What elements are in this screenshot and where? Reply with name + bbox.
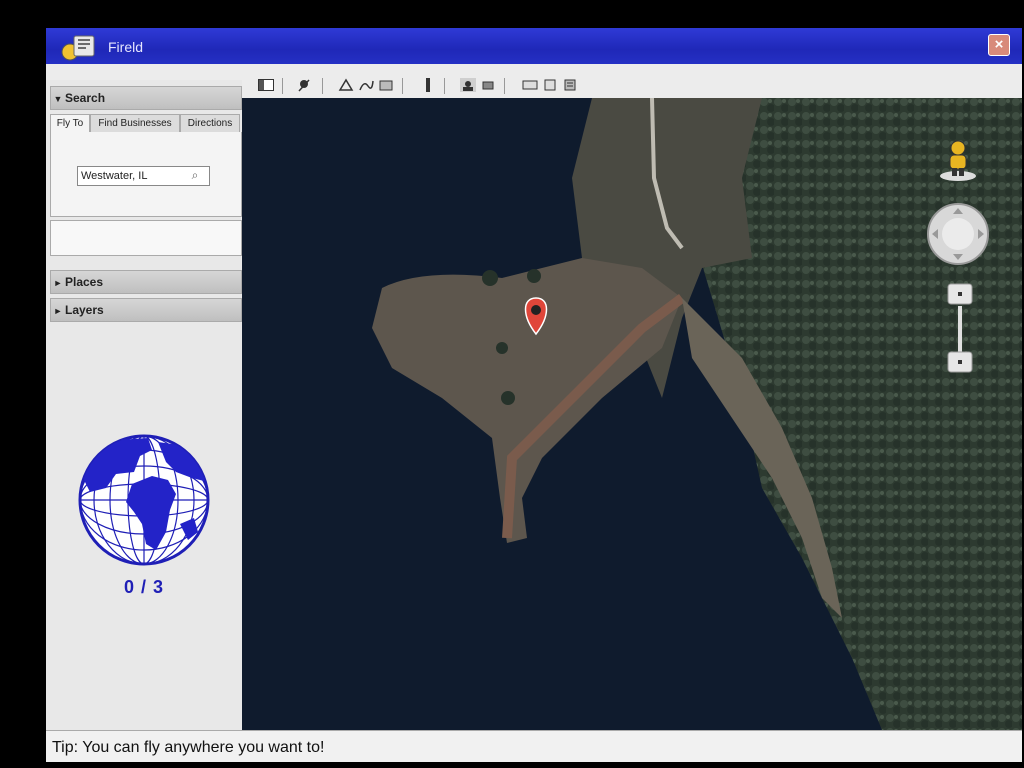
ruler-icon[interactable]: [420, 78, 436, 92]
expand-arrow-icon: ►: [53, 278, 63, 288]
places-panel-header[interactable]: ► Places: [50, 270, 242, 294]
zoom-out-button[interactable]: [946, 350, 974, 374]
window-title: Fireld: [108, 39, 144, 55]
toolbar-separator: [444, 78, 445, 94]
status-bar: Tip: You can fly anywhere you want to!: [46, 730, 1022, 762]
satellite-imagery: [242, 98, 1022, 730]
sidebar: ▼ Search Fly To Find Businesses Direction…: [46, 80, 242, 730]
toolbar-separator: [282, 78, 283, 94]
tip-text: Tip: You can fly anywhere you want to!: [52, 739, 325, 756]
app-icon: [61, 35, 95, 61]
progress-counter: 0 / 3: [123, 577, 165, 597]
print-preview-icon[interactable]: [542, 78, 558, 92]
search-panel-header[interactable]: ▼ Search: [50, 86, 242, 110]
overlay-icon[interactable]: [378, 78, 394, 92]
search-icon[interactable]: ⌕: [185, 167, 205, 183]
collapse-arrow-icon: ▼: [53, 94, 63, 104]
app-window: Fireld × ▼ Search Fly To Find Businesses…: [46, 28, 1022, 762]
places-panel-title: Places: [65, 275, 104, 289]
tab-find-businesses[interactable]: Find Businesses: [90, 114, 180, 134]
tab-directions[interactable]: Directions: [180, 114, 240, 134]
globe-icon: [76, 432, 212, 568]
view-in-maps-icon[interactable]: [522, 78, 538, 92]
street-view-pegman-icon[interactable]: [938, 138, 978, 182]
expand-arrow-icon: ►: [53, 306, 63, 316]
search-tabs: Fly To Find Businesses Directions: [50, 114, 240, 134]
placemark-icon[interactable]: [296, 78, 312, 92]
tab-fly-to[interactable]: Fly To: [50, 114, 90, 134]
print-icon[interactable]: [480, 78, 496, 92]
map-view-icon[interactable]: [562, 78, 578, 92]
layers-panel-title: Layers: [65, 303, 104, 317]
toolbar-separator: [322, 78, 323, 94]
title-bar: Fireld ×: [46, 28, 1022, 64]
layers-panel-header[interactable]: ► Layers: [50, 298, 242, 322]
search-panel-title: Search: [65, 91, 106, 105]
toolbar-separator: [402, 78, 403, 94]
map-view[interactable]: [242, 98, 1022, 730]
sidebar-toggle-icon[interactable]: [258, 78, 274, 92]
pan-control-icon[interactable]: [926, 202, 990, 266]
email-icon[interactable]: [460, 78, 476, 92]
polygon-icon[interactable]: [338, 78, 354, 92]
fly-to-pane: Westwater, IL ⌕: [50, 132, 242, 217]
toolbar-separator: [504, 78, 505, 94]
zoom-in-button[interactable]: [946, 282, 974, 306]
path-icon[interactable]: [358, 78, 374, 92]
close-button[interactable]: ×: [988, 34, 1010, 56]
zoom-slider-track[interactable]: [958, 306, 962, 354]
search-results-box: [50, 220, 242, 256]
